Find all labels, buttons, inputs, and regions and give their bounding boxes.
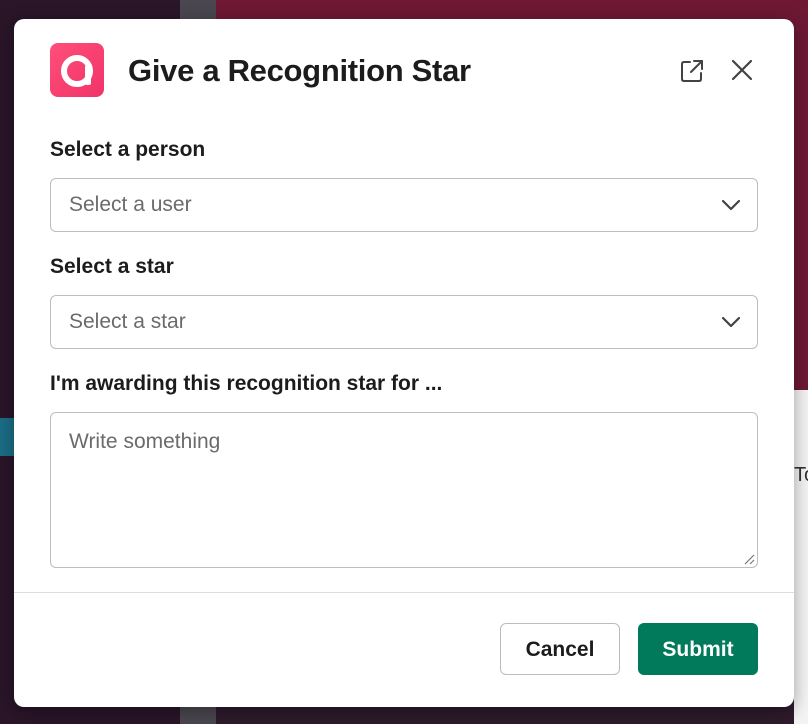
reason-textarea[interactable]: Write something xyxy=(50,412,758,568)
chevron-down-icon xyxy=(721,316,741,328)
modal-title: Give a Recognition Star xyxy=(128,53,471,88)
reason-textarea-placeholder: Write something xyxy=(69,430,221,453)
resize-handle-icon[interactable] xyxy=(741,551,755,565)
modal-header: Give a Recognition Star xyxy=(14,19,794,119)
app-logo-icon xyxy=(50,43,104,97)
submit-button[interactable]: Submit xyxy=(638,623,758,675)
external-link-icon[interactable] xyxy=(674,53,710,89)
backdrop-highlight xyxy=(0,418,14,456)
reason-label: I'm awarding this recognition star for .… xyxy=(50,372,443,395)
star-select[interactable]: Select a star xyxy=(50,295,758,349)
close-icon[interactable] xyxy=(724,53,760,89)
chevron-down-icon xyxy=(721,199,741,211)
person-select[interactable]: Select a user xyxy=(50,178,758,232)
backdrop-panel-edge: To xyxy=(794,390,808,724)
person-select-placeholder: Select a user xyxy=(69,193,192,216)
star-label: Select a star xyxy=(50,255,174,278)
person-label: Select a person xyxy=(50,138,206,161)
cancel-button[interactable]: Cancel xyxy=(500,623,620,675)
star-select-placeholder: Select a star xyxy=(69,310,186,333)
footer-divider xyxy=(14,592,794,593)
recognition-modal: Give a Recognition Star Select a person … xyxy=(14,19,794,707)
backdrop-edge-text: To xyxy=(794,464,808,486)
